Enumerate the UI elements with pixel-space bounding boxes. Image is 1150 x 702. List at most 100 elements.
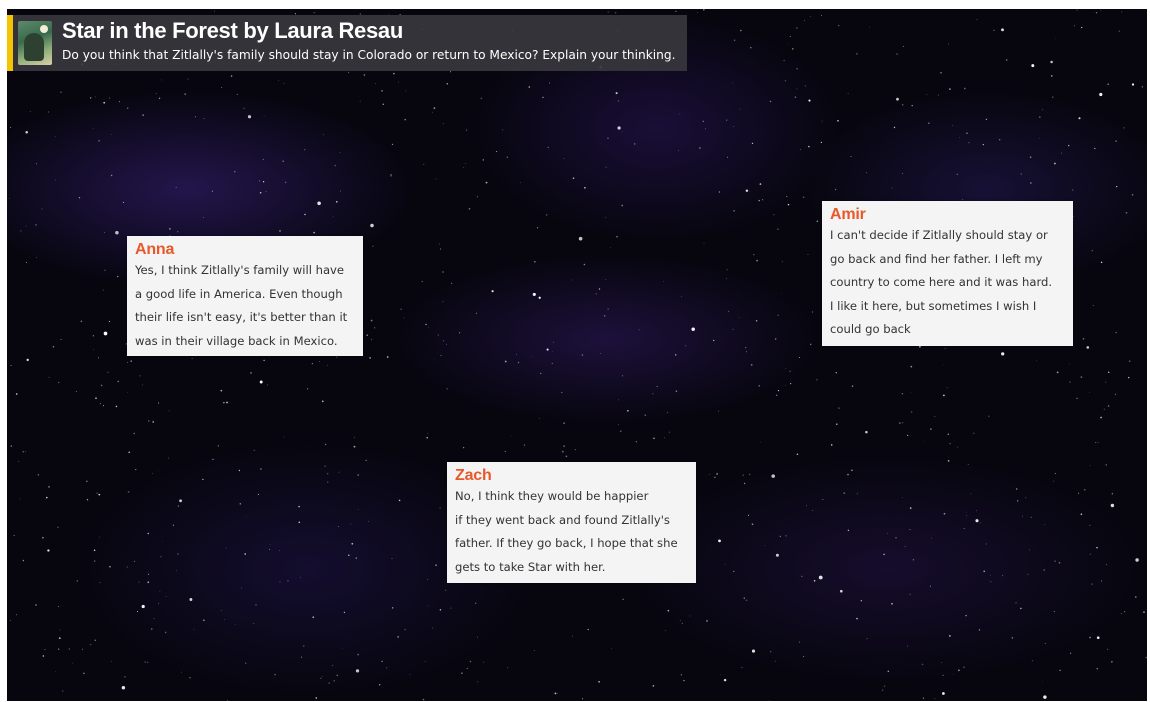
star bbox=[1068, 144, 1070, 147]
post-amir[interactable]: Amir I can't decide if Zitlally should s… bbox=[822, 201, 1073, 346]
star bbox=[1116, 185, 1118, 188]
star bbox=[1084, 489, 1086, 491]
star bbox=[887, 670, 890, 673]
book-cover-thumbnail[interactable] bbox=[18, 21, 52, 65]
star bbox=[1100, 9, 1102, 11]
star bbox=[181, 671, 182, 673]
star bbox=[869, 26, 870, 28]
star bbox=[769, 100, 772, 103]
star bbox=[603, 315, 606, 317]
star bbox=[298, 521, 301, 524]
star bbox=[312, 616, 315, 619]
star bbox=[68, 648, 70, 650]
star bbox=[328, 682, 330, 684]
star bbox=[404, 118, 406, 121]
star bbox=[620, 430, 622, 432]
star bbox=[142, 384, 144, 386]
star bbox=[463, 447, 465, 449]
star bbox=[652, 685, 655, 687]
wall-header: Star in the Forest by Laura Resau Do you… bbox=[7, 15, 687, 71]
star bbox=[357, 474, 359, 476]
star bbox=[427, 326, 429, 328]
post-anna[interactable]: Anna Yes, I think Zitlally's family will… bbox=[127, 236, 363, 356]
star bbox=[10, 365, 12, 367]
star bbox=[451, 282, 453, 284]
star bbox=[1078, 117, 1081, 120]
star bbox=[168, 410, 170, 412]
star bbox=[221, 87, 223, 89]
star bbox=[1015, 488, 1018, 490]
star bbox=[255, 604, 257, 606]
star bbox=[168, 457, 170, 459]
star bbox=[751, 142, 754, 145]
star bbox=[94, 560, 96, 562]
star bbox=[96, 492, 98, 494]
star bbox=[808, 145, 810, 148]
star bbox=[988, 415, 990, 418]
star bbox=[705, 128, 706, 130]
star bbox=[976, 510, 977, 512]
star bbox=[127, 107, 129, 109]
star bbox=[100, 384, 103, 387]
star bbox=[147, 661, 149, 663]
star bbox=[909, 528, 911, 531]
star bbox=[906, 434, 909, 437]
star bbox=[847, 473, 849, 476]
star bbox=[250, 372, 252, 374]
star bbox=[1125, 211, 1128, 214]
star bbox=[561, 450, 564, 453]
star bbox=[942, 692, 945, 695]
star bbox=[169, 228, 171, 230]
star bbox=[465, 129, 468, 131]
star bbox=[770, 651, 772, 653]
star bbox=[644, 414, 647, 417]
star bbox=[739, 317, 741, 318]
star bbox=[959, 137, 960, 139]
star bbox=[881, 689, 884, 691]
star bbox=[35, 256, 37, 258]
star bbox=[496, 151, 498, 153]
star bbox=[796, 67, 798, 70]
star bbox=[796, 27, 798, 29]
star bbox=[723, 678, 727, 682]
star bbox=[834, 188, 837, 191]
star bbox=[225, 547, 227, 549]
star bbox=[587, 628, 589, 631]
star bbox=[1002, 575, 1004, 577]
star bbox=[904, 546, 906, 548]
star bbox=[94, 639, 97, 642]
star bbox=[1078, 492, 1080, 494]
star bbox=[1021, 515, 1023, 517]
star bbox=[902, 173, 903, 174]
star bbox=[86, 499, 89, 501]
star bbox=[785, 367, 787, 369]
star bbox=[480, 97, 483, 100]
star bbox=[1089, 636, 1091, 639]
star bbox=[8, 197, 10, 199]
star bbox=[1124, 611, 1126, 613]
star bbox=[386, 667, 388, 669]
star bbox=[442, 340, 444, 342]
star bbox=[35, 224, 37, 226]
star bbox=[366, 334, 368, 336]
star bbox=[438, 243, 440, 245]
star bbox=[89, 97, 92, 99]
star bbox=[794, 96, 797, 98]
star bbox=[973, 432, 975, 435]
star bbox=[946, 387, 948, 389]
star bbox=[806, 505, 807, 507]
star bbox=[818, 575, 823, 580]
star bbox=[552, 341, 554, 343]
star bbox=[148, 420, 150, 422]
star bbox=[774, 338, 777, 340]
star bbox=[756, 259, 758, 262]
post-zach[interactable]: Zach No, I think they would be happier i… bbox=[447, 462, 696, 583]
star bbox=[985, 118, 988, 121]
star bbox=[491, 290, 494, 293]
star bbox=[194, 116, 196, 118]
star bbox=[474, 602, 477, 605]
star bbox=[263, 359, 265, 362]
star bbox=[970, 493, 972, 495]
star bbox=[1081, 26, 1083, 29]
star bbox=[983, 570, 986, 573]
